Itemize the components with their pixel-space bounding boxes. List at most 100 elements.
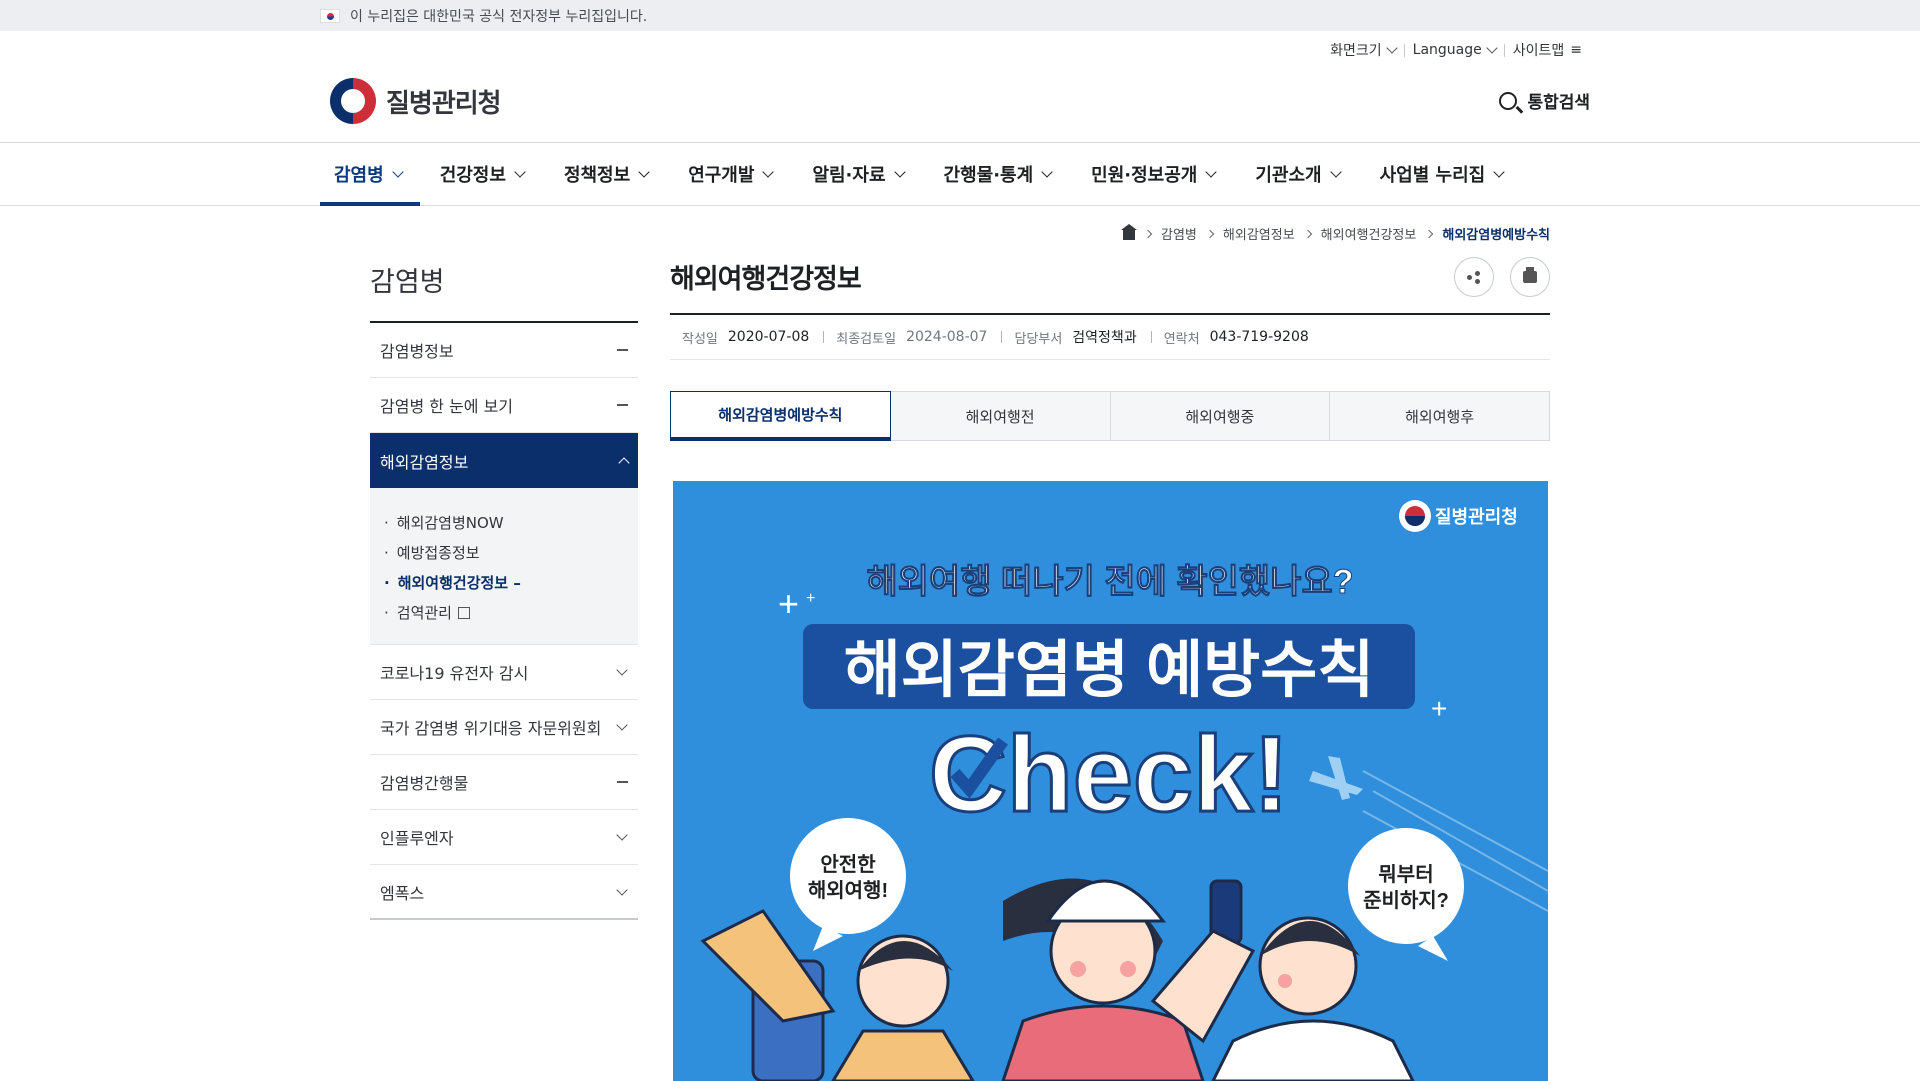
chevron-down-icon — [1330, 166, 1341, 177]
tab-during-travel[interactable]: 해외여행중 — [1110, 391, 1331, 441]
submenu-item-vaccination[interactable]: 예방접종정보 — [384, 538, 624, 568]
tab-before-travel[interactable]: 해외여행전 — [890, 391, 1111, 441]
print-button[interactable] — [1510, 257, 1550, 297]
lnb-label: 감염병정보 — [380, 338, 454, 362]
lnb-label: 인플루엔자 — [380, 825, 454, 849]
banner-question: 해외여행 떠나기 전에 확인했나요? — [866, 563, 1353, 601]
print-icon — [1523, 271, 1537, 283]
chevron-right-icon — [1303, 229, 1311, 237]
divider — [823, 331, 824, 343]
gnb-item-research[interactable]: 연구개발 — [668, 143, 792, 205]
language-button[interactable]: Language — [1405, 42, 1504, 58]
gnb-label: 감염병 — [334, 161, 384, 187]
bubble-left-line1: 안전한 — [820, 853, 876, 876]
submenu-item-travel-health[interactable]: 해외여행건강정보 – — [384, 568, 624, 598]
gnb-item-infectious-disease[interactable]: 감염병 — [320, 143, 420, 205]
breadcrumb-item[interactable]: 해외여행건강정보 — [1321, 224, 1417, 243]
chevron-down-icon — [1041, 166, 1052, 177]
document-meta: 작성일2020-07-08 최종검토일2024-08-07 담당부서검역정책과 … — [670, 313, 1550, 360]
kdca-logo[interactable]: 질병관리청 — [330, 78, 501, 124]
gnb-label: 기관소개 — [1255, 161, 1321, 187]
bubble-right-line1: 뭐부터 — [1378, 863, 1433, 886]
sparkle-icon: + — [1431, 693, 1447, 724]
prevention-banner-image: 질병관리청 해외여행 떠나기 전에 확인했나요? + + + 해외감염병 예방수… — [673, 481, 1548, 1081]
lnb-submenu: 해외감염병NOW 예방접종정보 해외여행건강정보 – 검역관리 — [370, 488, 638, 645]
chevron-down-icon — [616, 719, 627, 730]
sparkle-icon: + — [778, 583, 799, 624]
sparkle-icon: + — [806, 590, 815, 607]
gnb-label: 건강정보 — [440, 161, 506, 187]
side-navigation: 감염병 감염병정보 감염병 한 눈에 보기 해외감염정보 해외감염병NOW 예방… — [370, 260, 638, 920]
sitemap-label: 사이트맵 — [1513, 40, 1565, 60]
chevron-down-icon — [1486, 42, 1497, 53]
search-label: 통합검색 — [1527, 88, 1590, 113]
utility-menu: 화면크기 Language 사이트맵 ≡ — [1322, 40, 1590, 60]
page-title: 해외여행건강정보 — [670, 257, 861, 296]
gnb-item-health-info[interactable]: 건강정보 — [420, 143, 544, 205]
gnb-label: 알림·자료 — [812, 161, 885, 187]
lnb-item-disease-info[interactable]: 감염병정보 — [370, 323, 638, 378]
chevron-down-icon — [514, 166, 525, 177]
tab-after-travel[interactable]: 해외여행후 — [1329, 391, 1550, 441]
submenu-item-quarantine[interactable]: 검역관리 — [384, 598, 624, 628]
sitemap-button[interactable]: 사이트맵 ≡ — [1505, 40, 1590, 60]
bubble-left-line2: 해외여행! — [808, 879, 888, 902]
gnb-item-news[interactable]: 알림·자료 — [792, 143, 923, 205]
lnb-item-crisis-committee[interactable]: 국가 감염병 위기대응 자문위원회 — [370, 700, 638, 755]
gnb-item-policy-info[interactable]: 정책정보 — [544, 143, 668, 205]
gov-notice-bar: 이 누리집은 대한민국 공식 전자정부 누리집입니다. — [0, 0, 1920, 31]
breadcrumb-current: 해외감염병예방수칙 — [1442, 224, 1550, 243]
banner-illustration: 질병관리청 해외여행 떠나기 전에 확인했나요? + + + 해외감염병 예방수… — [673, 481, 1548, 1081]
home-icon[interactable] — [1123, 230, 1135, 240]
gnb-item-publications[interactable]: 간행물·통계 — [924, 143, 1072, 205]
taegeuk-emblem-icon — [330, 78, 376, 124]
contact-number: 043-719-9208 — [1210, 329, 1309, 345]
gov-notice-text: 이 누리집은 대한민국 공식 전자정부 누리집입니다. — [350, 6, 647, 26]
menu-icon: ≡ — [1570, 42, 1582, 58]
lnb-item-publications[interactable]: 감염병간행물 — [370, 755, 638, 810]
meta-label: 연락처 — [1164, 328, 1200, 347]
lnb-item-disease-overview[interactable]: 감염병 한 눈에 보기 — [370, 378, 638, 433]
external-link-icon — [458, 607, 470, 619]
gnb-label: 정책정보 — [564, 161, 630, 187]
lnb-item-influenza[interactable]: 인플루엔자 — [370, 810, 638, 865]
breadcrumb: 감염병 해외감염정보 해외여행건강정보 해외감염병예방수칙 — [1123, 224, 1550, 243]
korea-flag-icon — [320, 9, 340, 23]
meta-label: 작성일 — [682, 328, 718, 347]
gnb-item-civil-petition[interactable]: 민원·정보공개 — [1071, 143, 1235, 205]
lnb-label: 코로나19 유전자 감시 — [380, 660, 528, 684]
chevron-right-icon — [1206, 229, 1214, 237]
submenu-item-overseas-now[interactable]: 해외감염병NOW — [384, 508, 624, 538]
minus-icon — [617, 781, 628, 783]
gnb-item-about[interactable]: 기관소개 — [1235, 143, 1359, 205]
chevron-down-icon — [1206, 166, 1217, 177]
share-icon — [1467, 271, 1481, 283]
lnb-item-mpox[interactable]: 엠폭스 — [370, 865, 638, 920]
lnb-item-overseas-infection[interactable]: 해외감염정보 — [370, 433, 638, 488]
font-size-label: 화면크기 — [1330, 40, 1382, 60]
divider — [1001, 331, 1002, 343]
tab-prevention-rules[interactable]: 해외감염병예방수칙 — [670, 391, 891, 441]
meta-label: 최종검토일 — [836, 328, 896, 347]
chevron-right-icon — [1425, 229, 1433, 237]
lnb-item-covid-genome[interactable]: 코로나19 유전자 감시 — [370, 645, 638, 700]
minus-icon — [617, 349, 628, 351]
chevron-up-icon — [618, 457, 629, 468]
font-size-button[interactable]: 화면크기 — [1322, 40, 1404, 60]
lnb-label: 국가 감염병 위기대응 자문위원회 — [380, 715, 601, 739]
gnb-label: 연구개발 — [688, 161, 754, 187]
gnb-label: 간행물·통계 — [944, 161, 1034, 187]
chevron-down-icon — [894, 166, 905, 177]
banner-logo-text: 질병관리청 — [1435, 507, 1518, 527]
content-tabs: 해외감염병예방수칙 해외여행전 해외여행중 해외여행후 — [670, 391, 1550, 441]
search-icon — [1499, 92, 1517, 110]
share-button[interactable] — [1454, 257, 1494, 297]
gnb-item-business-sites[interactable]: 사업별 누리집 — [1360, 143, 1518, 205]
chevron-down-icon — [616, 884, 627, 895]
gnb-label: 민원·정보공개 — [1091, 161, 1197, 187]
integrated-search-button[interactable]: 통합검색 — [1499, 88, 1590, 113]
lnb-label: 해외감염정보 — [380, 449, 468, 473]
reviewed-date: 2024-08-07 — [906, 329, 987, 345]
breadcrumb-item[interactable]: 감염병 — [1161, 224, 1197, 243]
breadcrumb-item[interactable]: 해외감염정보 — [1223, 224, 1295, 243]
